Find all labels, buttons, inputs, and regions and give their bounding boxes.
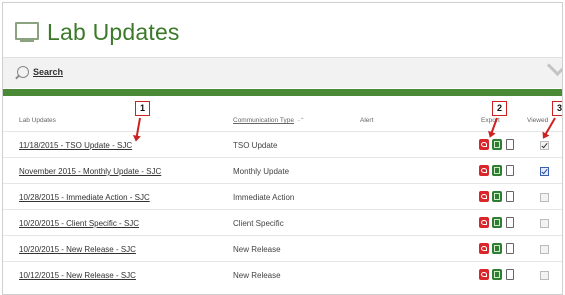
monitor-icon: [15, 22, 39, 42]
column-header-communication-type-label: Communication Type: [233, 117, 294, 124]
callout-marker-3: 3: [552, 101, 562, 116]
table-row: 10/28/2015 - Immediate Action - SJC Immed…: [3, 183, 562, 210]
viewed-checkbox[interactable]: [540, 193, 549, 202]
callout-marker-1: 1: [135, 101, 150, 116]
viewed-checkbox[interactable]: [540, 167, 549, 176]
page-title: Lab Updates: [47, 18, 180, 45]
column-header-alert: Alert: [360, 117, 374, 124]
communication-type: TSO Update: [233, 141, 278, 150]
document-export-icon[interactable]: [506, 165, 514, 176]
document-export-icon[interactable]: [506, 139, 514, 150]
excel-export-icon[interactable]: [492, 217, 502, 228]
table-header: Lab Updates Communication Type -⌃ Alert …: [3, 105, 562, 127]
excel-export-icon[interactable]: [492, 243, 502, 254]
excel-export-icon[interactable]: [492, 269, 502, 280]
excel-export-icon[interactable]: [492, 191, 502, 202]
export-icons: [479, 217, 514, 228]
table-row: 11/18/2015 - TSO Update - SJC TSO Update: [3, 131, 562, 158]
viewed-checkbox[interactable]: [540, 271, 549, 280]
chevron-down-icon[interactable]: [546, 62, 562, 76]
table-row: 10/20/2015 - Client Specific - SJC Client…: [3, 209, 562, 236]
page-header: Lab Updates: [15, 17, 180, 47]
export-icons: [479, 243, 514, 254]
pdf-export-icon[interactable]: [479, 217, 489, 228]
pdf-export-icon[interactable]: [479, 139, 489, 150]
lab-update-link[interactable]: November 2015 - Monthly Update - SJC: [19, 167, 161, 176]
column-header-communication-type[interactable]: Communication Type -⌃: [233, 117, 305, 124]
communication-type: Immediate Action: [233, 193, 295, 202]
table-row: 10/12/2015 - New Release - SJC New Releas…: [3, 261, 562, 288]
pdf-export-icon[interactable]: [479, 191, 489, 202]
viewed-checkbox[interactable]: [540, 141, 549, 150]
export-icons: [479, 139, 514, 150]
export-icons: [479, 269, 514, 280]
document-export-icon[interactable]: [506, 269, 514, 280]
lab-update-link[interactable]: 10/20/2015 - Client Specific - SJC: [19, 219, 139, 228]
sort-icon: -⌃: [297, 118, 305, 124]
table-row: November 2015 - Monthly Update - SJC Mont…: [3, 157, 562, 184]
table-row: 10/20/2015 - New Release - SJC New Releas…: [3, 235, 562, 262]
document-export-icon[interactable]: [506, 191, 514, 202]
lab-update-link[interactable]: 10/20/2015 - New Release - SJC: [19, 245, 136, 254]
pdf-export-icon[interactable]: [479, 243, 489, 254]
search-link[interactable]: Search: [17, 66, 63, 78]
search-bar: Search: [3, 57, 562, 88]
callout-marker-2: 2: [492, 101, 507, 116]
viewed-checkbox[interactable]: [540, 245, 549, 254]
export-icons: [479, 165, 514, 176]
excel-export-icon[interactable]: [492, 139, 502, 150]
pdf-export-icon[interactable]: [479, 165, 489, 176]
search-icon: [17, 66, 29, 78]
communication-type: Monthly Update: [233, 167, 290, 176]
header-divider: [3, 89, 562, 96]
communication-type: New Release: [233, 271, 281, 280]
document-export-icon[interactable]: [506, 243, 514, 254]
document-export-icon[interactable]: [506, 217, 514, 228]
lab-update-link[interactable]: 10/12/2015 - New Release - SJC: [19, 271, 136, 280]
viewed-checkbox[interactable]: [540, 219, 549, 228]
pdf-export-icon[interactable]: [479, 269, 489, 280]
lab-updates-panel: Lab Updates Search Lab Updates Communica…: [2, 2, 563, 295]
lab-update-link[interactable]: 10/28/2015 - Immediate Action - SJC: [19, 193, 150, 202]
column-header-lab-updates: Lab Updates: [19, 117, 56, 124]
export-icons: [479, 191, 514, 202]
excel-export-icon[interactable]: [492, 165, 502, 176]
communication-type: Client Specific: [233, 219, 284, 228]
column-header-viewed: Viewed: [527, 117, 549, 124]
search-label: Search: [33, 67, 64, 77]
communication-type: New Release: [233, 245, 281, 254]
lab-update-link[interactable]: 11/18/2015 - TSO Update - SJC: [19, 141, 132, 150]
